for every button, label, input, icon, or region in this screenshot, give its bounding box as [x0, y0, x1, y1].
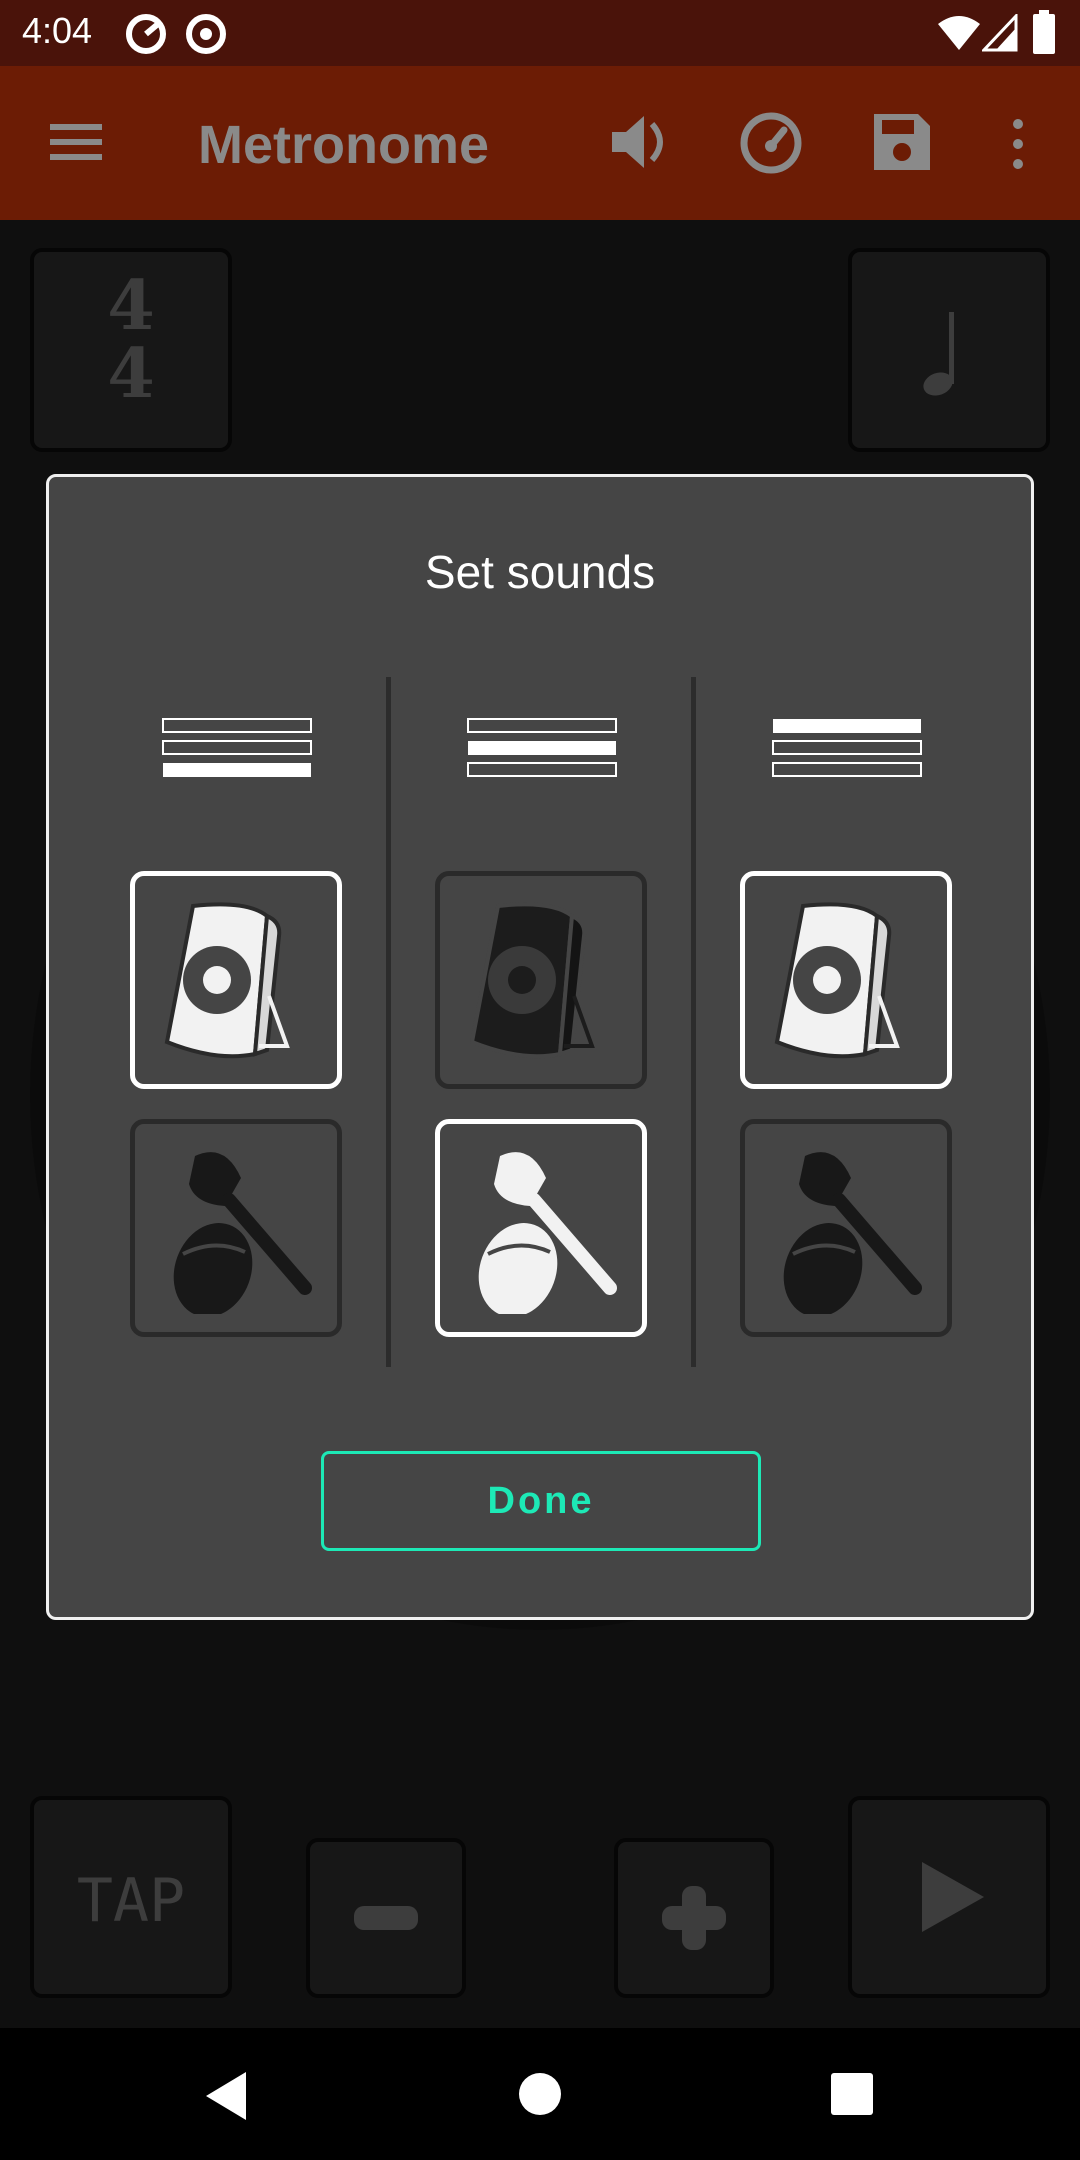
maracas-icon — [478, 1152, 617, 1314]
speaker-icon — [164, 902, 290, 1059]
cellular-signal-icon — [982, 14, 1018, 52]
dialog-title: Set sounds — [424, 546, 656, 598]
back-icon[interactable] — [202, 2070, 250, 2122]
column1-maracas-option[interactable] — [130, 1119, 342, 1337]
maracas-icon — [173, 1152, 312, 1314]
speed-notification-icon — [126, 14, 166, 54]
column2-maracas-option[interactable] — [435, 1119, 647, 1337]
column-divider — [691, 677, 696, 1367]
wifi-icon — [938, 16, 980, 50]
menu-icon[interactable] — [48, 120, 104, 164]
app-bar: Metronome — [0, 66, 1080, 220]
home-icon[interactable] — [518, 2072, 562, 2116]
navigation-bar — [0, 2028, 1080, 2160]
set-sounds-dialog: Set sounds Done — [46, 474, 1034, 1620]
more-options-icon[interactable] — [1010, 118, 1026, 170]
status-time: 4:04 — [22, 10, 93, 51]
done-button[interactable]: Done — [321, 1451, 761, 1551]
recents-icon[interactable] — [830, 2072, 874, 2116]
speaker-icon — [774, 902, 900, 1059]
column1-speaker-option[interactable] — [130, 871, 342, 1089]
speaker-icon — [469, 902, 595, 1059]
save-icon[interactable] — [872, 112, 932, 172]
volume-level-medium-icon — [467, 718, 617, 777]
volume-icon[interactable] — [608, 110, 672, 174]
volume-level-high-icon — [772, 719, 922, 777]
volume-level-low-icon — [162, 718, 312, 777]
column3-maracas-option[interactable] — [740, 1119, 952, 1337]
column-divider — [386, 677, 391, 1367]
column3-speaker-option[interactable] — [740, 871, 952, 1089]
sync-notification-icon — [186, 14, 226, 54]
column2-speaker-option[interactable] — [435, 871, 647, 1089]
speedometer-icon[interactable] — [738, 110, 804, 176]
maracas-icon — [783, 1152, 922, 1314]
app-title: Metronome — [198, 115, 490, 175]
battery-icon — [1033, 10, 1055, 54]
status-bar: 4:04 — [0, 0, 1080, 66]
